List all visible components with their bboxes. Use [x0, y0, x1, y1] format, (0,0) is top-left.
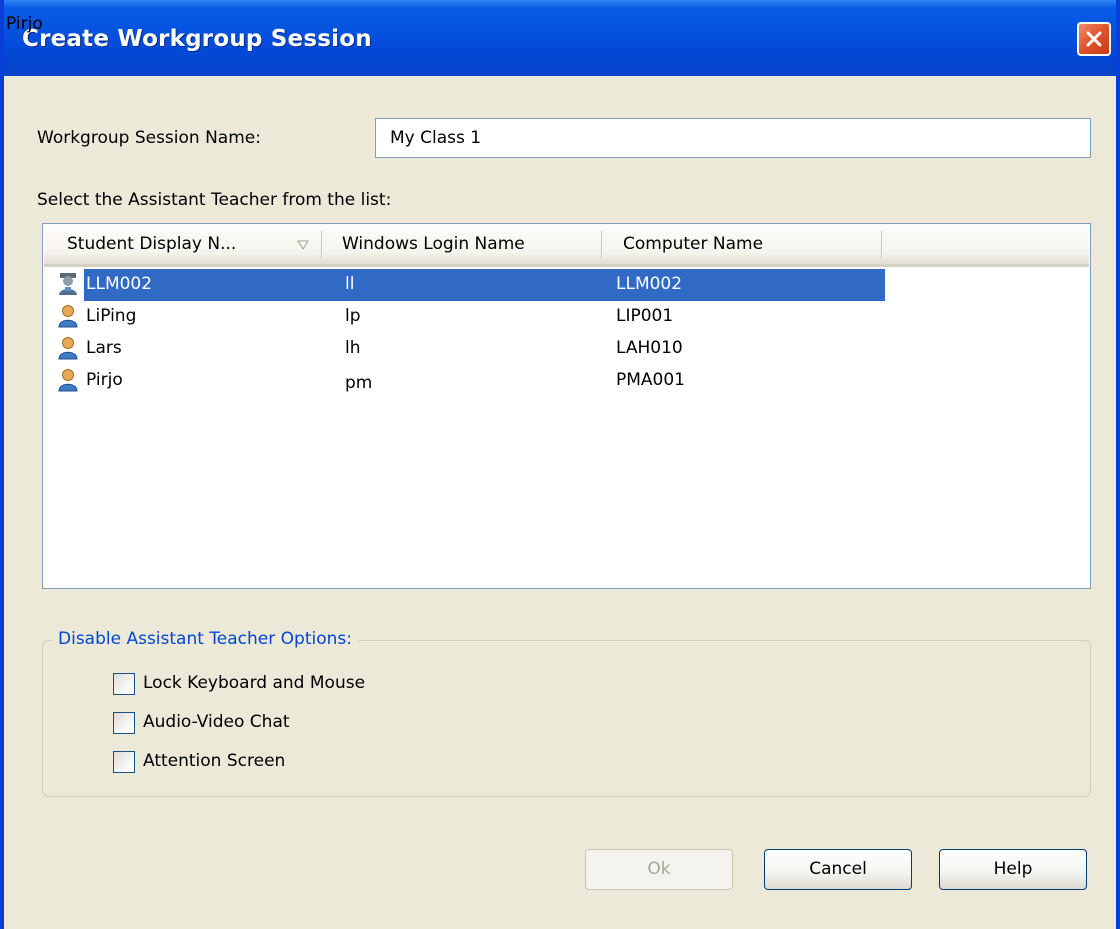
sort-arrow-icon	[297, 240, 309, 250]
attention-screen-checkbox[interactable]	[113, 751, 135, 773]
cell-login-name: lh	[345, 338, 361, 358]
cell-display-name: LiPing	[86, 306, 137, 326]
student-user-icon	[58, 369, 78, 392]
student-user-icon	[58, 337, 78, 360]
student-user-icon	[58, 305, 78, 328]
list-row[interactable]: LLM002 ll LLM002	[44, 269, 1089, 301]
cell-computer-name: LAH010	[616, 338, 683, 358]
list-row[interactable]: Lars lh LAH010	[44, 333, 1089, 365]
cell-login-name: pm	[345, 373, 373, 393]
cell-login-name: lp	[345, 306, 361, 326]
selection-highlight	[84, 269, 885, 301]
column-divider[interactable]	[601, 231, 602, 259]
checkbox-label[interactable]: Attention Screen	[143, 751, 285, 771]
cell-display-name: Pirjo	[86, 370, 123, 390]
cell-login-name: ll	[345, 274, 355, 294]
cancel-button[interactable]: Cancel	[764, 849, 912, 890]
column-header-login-name[interactable]: Windows Login Name	[342, 234, 525, 254]
lock-keyboard-mouse-checkbox[interactable]	[113, 673, 135, 695]
checkbox-label[interactable]: Audio-Video Chat	[143, 712, 290, 732]
list-row[interactable]: Pirjo pm PMA001	[44, 365, 1089, 397]
list-header: Student Display N... Windows Login Name …	[44, 225, 1089, 267]
session-name-label: Workgroup Session Name:	[37, 128, 261, 148]
list-label: Select the Assistant Teacher from the li…	[37, 190, 392, 210]
cell-display-name: Lars	[86, 338, 122, 358]
options-legend: Disable Assistant Teacher Options:	[52, 629, 358, 649]
session-name-input[interactable]: My Class 1	[375, 118, 1091, 158]
app-label: Pirjo	[6, 14, 43, 34]
checkbox-label[interactable]: Lock Keyboard and Mouse	[143, 673, 365, 693]
dialog-title: Create Workgroup Session	[22, 26, 372, 52]
list-row[interactable]: LiPing lp LIP001	[44, 301, 1089, 333]
cell-computer-name: LLM002	[616, 274, 683, 294]
help-button[interactable]: Help	[939, 849, 1087, 890]
column-header-display-name[interactable]: Student Display N...	[67, 234, 236, 254]
column-header-computer-name[interactable]: Computer Name	[623, 234, 763, 254]
close-button[interactable]	[1077, 22, 1111, 56]
close-icon	[1086, 31, 1102, 47]
cell-computer-name: PMA001	[616, 370, 685, 390]
teacher-user-icon	[59, 273, 77, 295]
ok-button[interactable]: Ok	[585, 849, 733, 890]
column-divider[interactable]	[881, 231, 882, 259]
audio-video-chat-checkbox[interactable]	[113, 712, 135, 734]
dialog-window: Create Workgroup Session Pirjo Workgroup…	[0, 0, 1120, 929]
title-bar[interactable]: Create Workgroup Session	[4, 0, 1116, 76]
column-divider[interactable]	[321, 231, 322, 259]
cell-computer-name: LIP001	[616, 306, 674, 326]
cell-display-name: LLM002	[86, 274, 153, 294]
assistant-teacher-list[interactable]: Student Display N... Windows Login Name …	[42, 223, 1091, 589]
